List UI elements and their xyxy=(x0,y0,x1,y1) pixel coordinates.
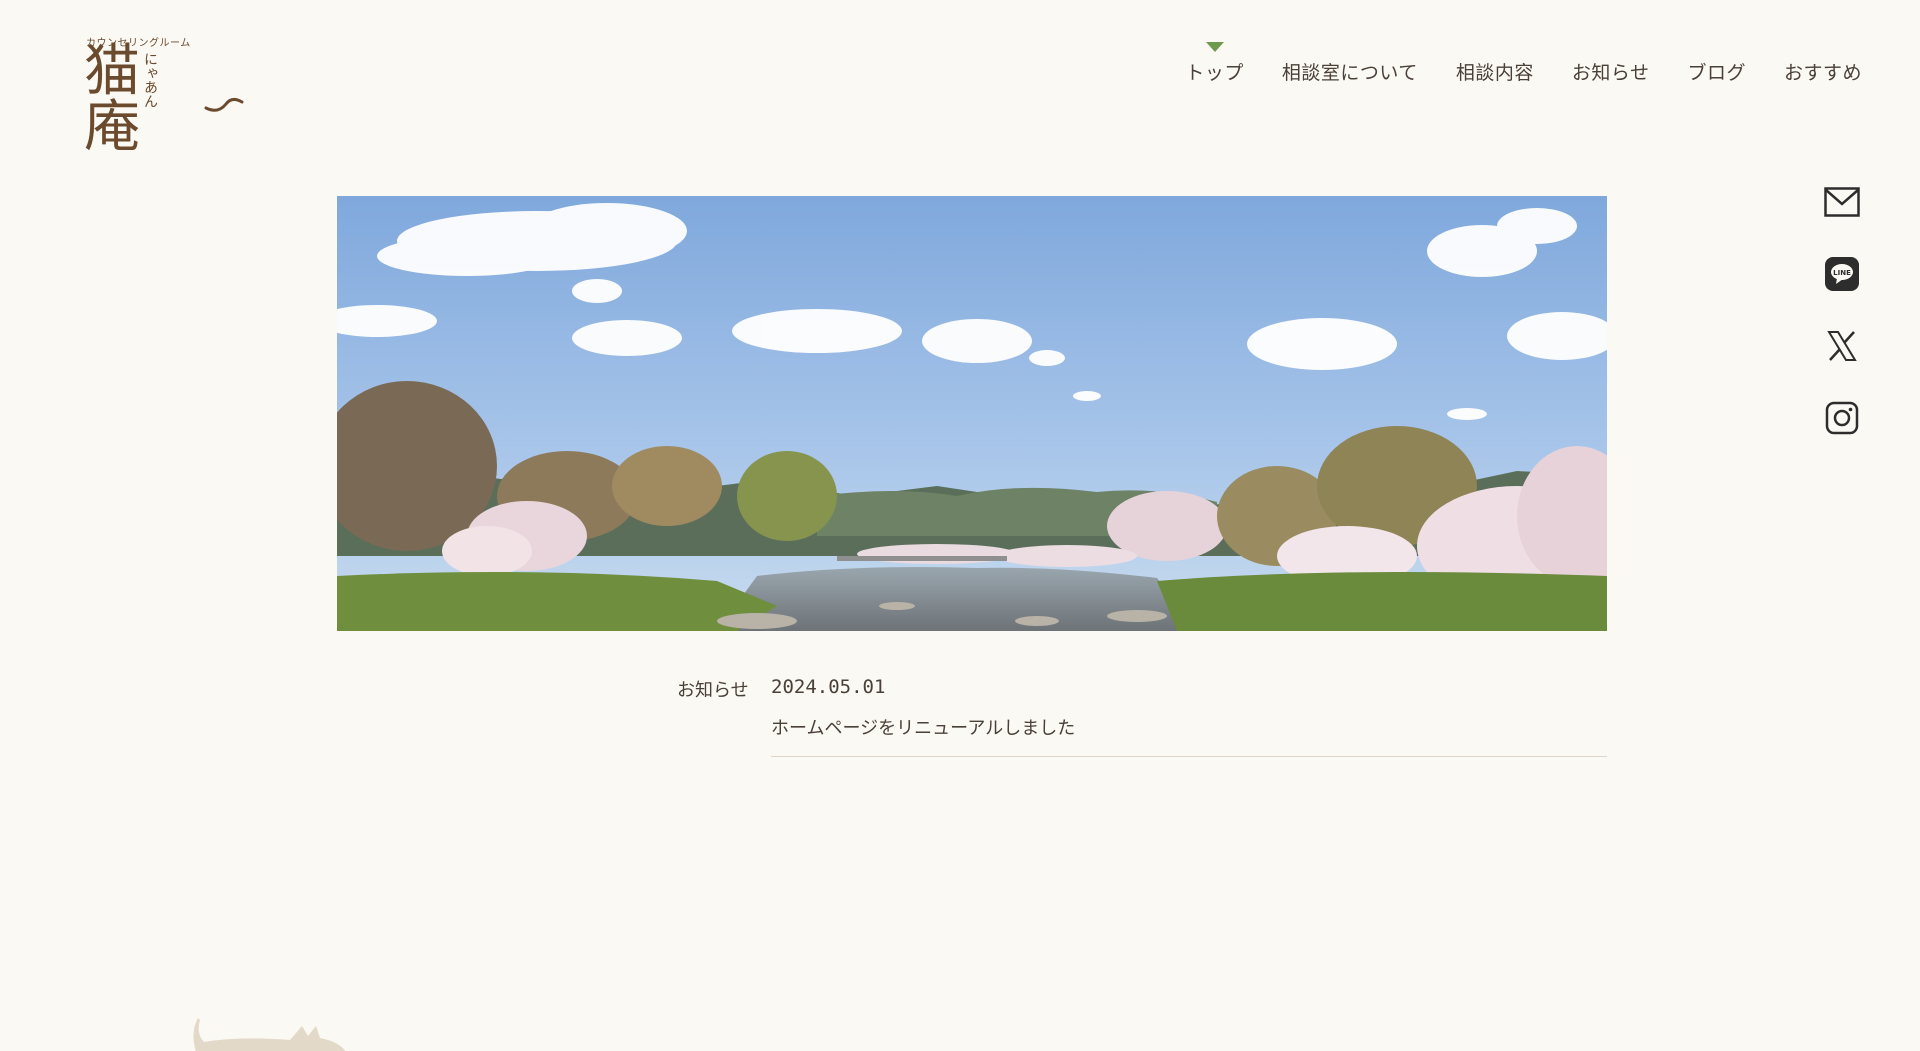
cat-silhouette-icon xyxy=(193,1018,346,1051)
site-logo[interactable]: カウンセリングルーム 猫庵 にゃあん xyxy=(84,34,244,156)
main-nav: トップ 相談室について 相談内容 お知らせ ブログ おすすめ xyxy=(1185,42,1862,85)
news-date: 2024.05.01 xyxy=(771,676,886,698)
nav-item-recommend[interactable]: おすすめ xyxy=(1784,58,1862,85)
news-title-link[interactable]: ホームページをリニューアルしました xyxy=(771,714,1607,740)
news-entry[interactable]: 2024.05.01 ホームページをリニューアルしました xyxy=(771,676,1607,757)
line-icon-label: LINE xyxy=(1833,269,1851,277)
nav-item-news[interactable]: お知らせ xyxy=(1572,58,1650,85)
nav-item-services[interactable]: 相談内容 xyxy=(1456,58,1534,85)
x-icon[interactable] xyxy=(1823,328,1861,364)
instagram-icon[interactable] xyxy=(1823,400,1861,436)
social-links: LINE xyxy=(1822,184,1862,436)
nav-item-label: ブログ xyxy=(1687,62,1746,84)
nav-item-label: トップ xyxy=(1185,62,1244,84)
nav-item-about[interactable]: 相談室について xyxy=(1282,58,1418,85)
logo-cat-tail-icon xyxy=(204,97,244,112)
news-section-label: お知らせ xyxy=(677,680,749,701)
nav-item-label: 相談内容 xyxy=(1455,62,1534,84)
page: カウンセリングルーム 猫庵 にゃあん トップ 相談室について 相談内容 お知らせ… xyxy=(0,0,1920,1051)
nav-item-blog[interactable]: ブログ xyxy=(1687,58,1746,85)
hero-image xyxy=(337,196,1607,631)
line-icon[interactable]: LINE xyxy=(1823,256,1861,292)
nav-item-top[interactable]: トップ xyxy=(1185,42,1244,85)
active-indicator-icon xyxy=(1205,42,1224,52)
nav-item-label: おすすめ xyxy=(1783,62,1862,84)
nav-item-label: お知らせ xyxy=(1571,62,1650,84)
nav-item-label: 相談室について xyxy=(1281,62,1418,84)
mail-icon[interactable] xyxy=(1823,184,1861,220)
logo-kana: にゃあん xyxy=(142,52,158,108)
